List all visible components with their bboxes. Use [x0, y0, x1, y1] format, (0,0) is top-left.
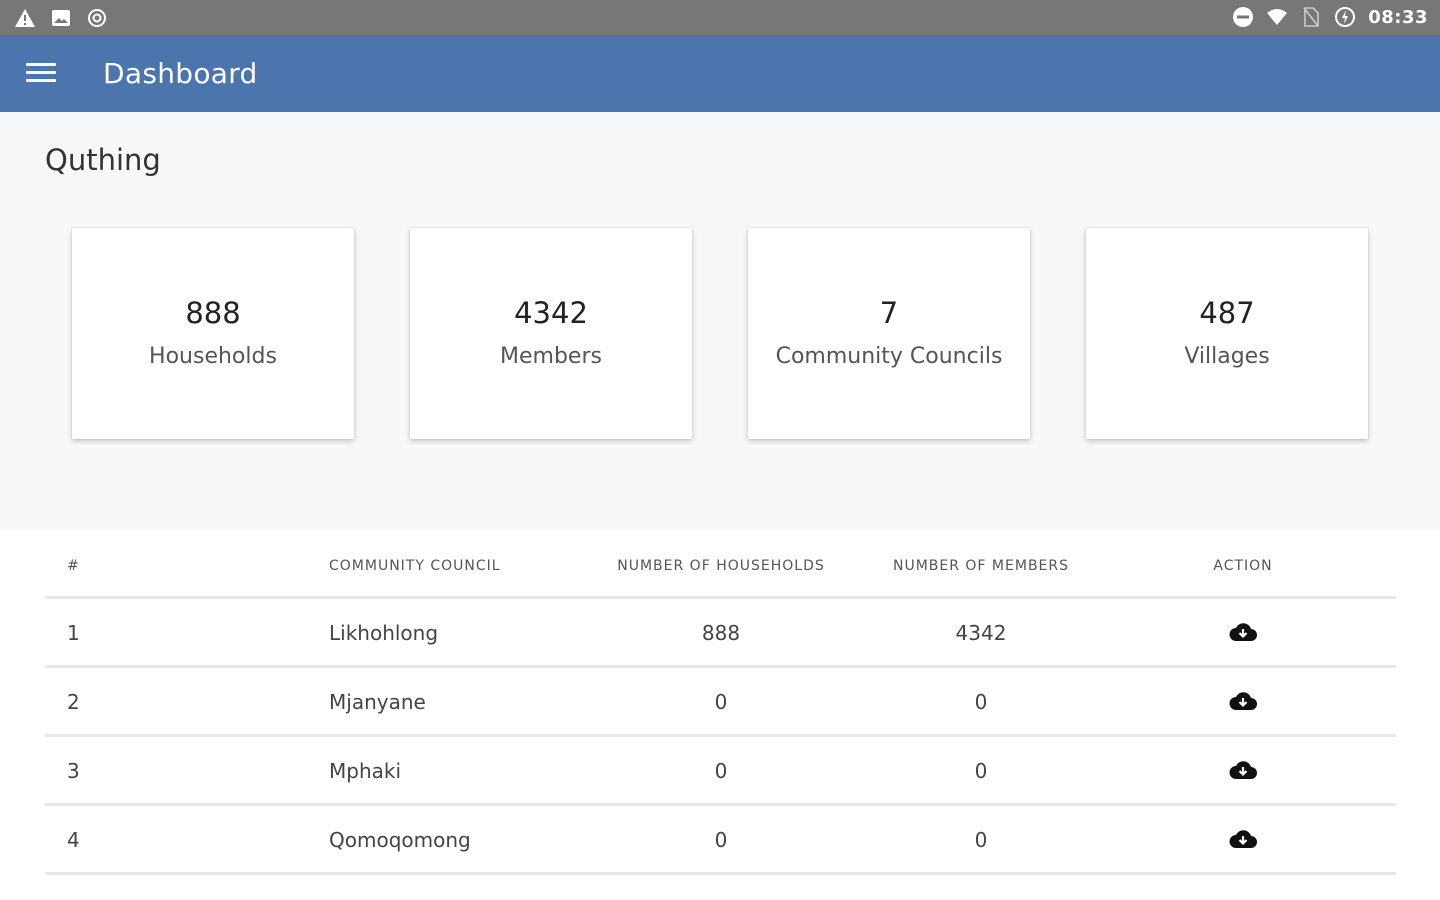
community-councils-count: 7: [879, 296, 899, 330]
row-council: Mphaki: [329, 759, 402, 783]
row-action: [1181, 619, 1305, 650]
page-title: Dashboard: [103, 57, 258, 90]
header-community-council: Community Council: [329, 558, 501, 574]
councils-table: # Community Council Number of Households…: [45, 530, 1396, 875]
row-council: Qomoqomong: [329, 828, 471, 852]
row-council: Likhohlong: [329, 621, 439, 645]
image-icon: [50, 7, 72, 29]
header-households: Number of Households: [617, 558, 825, 574]
row-number: 3: [67, 759, 80, 783]
councils-table-section: # Community Council Number of Households…: [0, 530, 1440, 900]
app-bar: Dashboard: [0, 35, 1440, 112]
row-members: 0: [974, 759, 988, 783]
cloud-download-icon[interactable]: [1228, 757, 1258, 783]
members-card: 4342 Members: [410, 228, 692, 439]
row-number: 4: [67, 828, 80, 852]
row-households: 0: [714, 759, 728, 783]
members-count: 4342: [514, 296, 588, 330]
battery-icon: [1334, 6, 1356, 28]
households-card: 888 Households: [72, 228, 354, 439]
row-number: 1: [67, 621, 80, 645]
warning-icon: [14, 7, 36, 29]
table-row: 3 Mphaki 0 0: [45, 737, 1396, 806]
header-members: Number of Members: [892, 558, 1070, 574]
table-row: 4 Qomoqomong 0 0: [45, 806, 1396, 875]
menu-icon[interactable]: [26, 63, 56, 85]
row-action: [1181, 688, 1305, 719]
households-label: Households: [149, 344, 277, 369]
header-number: #: [67, 558, 80, 574]
table-header: # Community Council Number of Households…: [45, 530, 1396, 599]
status-time: 08:33: [1368, 6, 1428, 28]
cloud-download-icon[interactable]: [1228, 826, 1258, 852]
do-not-disturb-icon: [1232, 6, 1254, 28]
villages-count: 487: [1199, 296, 1255, 330]
cloud-download-icon[interactable]: [1228, 688, 1258, 714]
row-members: 4342: [955, 621, 1007, 645]
households-count: 888: [185, 296, 241, 330]
wifi-icon: [1266, 6, 1288, 28]
summary-cards: 888 Households 4342 Members 7 Community …: [72, 228, 1368, 440]
row-households: 0: [714, 828, 728, 852]
status-bar: 08:33: [0, 0, 1440, 35]
sync-icon: [86, 7, 108, 29]
table-row: 2 Mjanyane 0 0: [45, 668, 1396, 737]
table-row: 1 Likhohlong 888 4342: [45, 599, 1396, 668]
community-councils-card: 7 Community Councils: [748, 228, 1030, 439]
cloud-download-icon[interactable]: [1228, 619, 1258, 645]
villages-card: 487 Villages: [1086, 228, 1368, 439]
row-members: 0: [974, 690, 988, 714]
no-sim-icon: [1300, 6, 1322, 28]
row-households: 0: [714, 690, 728, 714]
row-council: Mjanyane: [329, 690, 426, 714]
row-households: 888: [701, 621, 741, 645]
row-action: [1181, 826, 1305, 857]
row-members: 0: [974, 828, 988, 852]
members-label: Members: [500, 344, 602, 369]
row-action: [1181, 757, 1305, 788]
villages-label: Villages: [1184, 344, 1270, 369]
district-title: Quthing: [45, 143, 161, 177]
community-councils-label: Community Councils: [775, 344, 1003, 369]
header-action: Action: [1213, 558, 1273, 574]
row-number: 2: [67, 690, 80, 714]
